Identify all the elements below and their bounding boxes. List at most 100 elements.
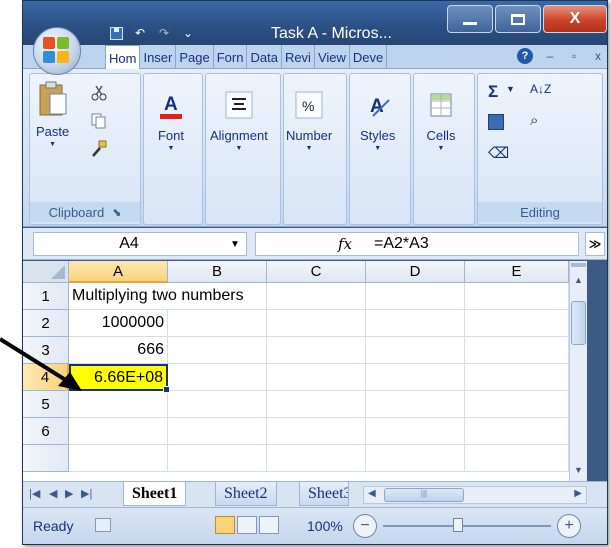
macro-recording-icon[interactable]: [95, 518, 111, 532]
scroll-right-button[interactable]: ▶: [574, 488, 582, 499]
cell-d6[interactable]: [366, 418, 465, 445]
row-header-1[interactable]: 1: [23, 283, 69, 310]
formula-input[interactable]: fx =A2*A3: [255, 232, 579, 256]
copy-button[interactable]: [90, 112, 108, 133]
zoom-level[interactable]: 100%: [307, 518, 343, 534]
customize-qat-button[interactable]: ⌄: [179, 24, 197, 42]
zoom-out-button[interactable]: −: [353, 514, 377, 538]
expand-formula-bar-button[interactable]: ≫: [585, 232, 605, 256]
zoom-slider-handle[interactable]: [453, 518, 463, 532]
row-header-2[interactable]: 2: [23, 310, 69, 337]
sheet-tab-sheet2[interactable]: Sheet2: [215, 482, 277, 506]
cell-b5[interactable]: [168, 391, 267, 418]
styles-button[interactable]: A Styles ▼: [360, 90, 395, 152]
cell-c7[interactable]: [267, 445, 366, 472]
row-header-7[interactable]: [23, 445, 69, 472]
cells-group[interactable]: Cells ▼: [413, 73, 475, 225]
ribbon-minimize-button[interactable]: –: [543, 49, 557, 63]
cell-e7[interactable]: [465, 445, 569, 472]
cell-e2[interactable]: [465, 310, 569, 337]
cells-button[interactable]: Cells ▼: [426, 90, 456, 152]
cell-e3[interactable]: [465, 337, 569, 364]
column-header-b[interactable]: B: [168, 261, 267, 283]
dialog-launcher-icon[interactable]: ⬊: [112, 206, 121, 219]
column-header-d[interactable]: D: [366, 261, 465, 283]
tab-developer[interactable]: Deve: [350, 45, 388, 69]
name-box[interactable]: A4 ▼: [33, 232, 247, 256]
horizontal-scroll-thumb[interactable]: |||: [384, 488, 464, 502]
alignment-button[interactable]: Alignment ▼: [210, 90, 268, 152]
ribbon-restore-button[interactable]: ▫: [567, 49, 581, 63]
cell-b2[interactable]: [168, 310, 267, 337]
page-break-view-button[interactable]: [259, 516, 279, 534]
find-select-icon[interactable]: ⌕: [530, 112, 538, 129]
prev-sheet-button[interactable]: ◀: [49, 487, 57, 500]
office-button[interactable]: [33, 27, 81, 75]
horizontal-scrollbar[interactable]: ◀ ||| ▶: [363, 486, 587, 504]
cell-c5[interactable]: [267, 391, 366, 418]
close-button[interactable]: X: [543, 5, 607, 33]
cell-a5[interactable]: [69, 391, 168, 418]
vertical-scroll-thumb[interactable]: [571, 301, 586, 345]
scroll-left-button[interactable]: ◀: [368, 488, 376, 499]
tab-insert[interactable]: Inser: [140, 45, 177, 69]
zoom-slider[interactable]: [383, 525, 551, 527]
styles-group[interactable]: A Styles ▼: [349, 73, 411, 225]
first-sheet-button[interactable]: |◀: [29, 487, 40, 500]
column-header-a[interactable]: A: [69, 261, 168, 283]
zoom-in-button[interactable]: +: [557, 514, 581, 538]
scroll-down-button[interactable]: ▼: [570, 461, 587, 479]
tab-data[interactable]: Data: [247, 45, 282, 69]
function-icon[interactable]: fx: [338, 235, 352, 253]
tab-page-layout[interactable]: Page: [176, 45, 214, 69]
chevron-down-icon[interactable]: ▼: [506, 84, 515, 94]
vertical-scrollbar[interactable]: ▲ ▼: [569, 261, 587, 481]
tab-home[interactable]: Hom: [105, 45, 141, 70]
cell-d7[interactable]: [366, 445, 465, 472]
cell-e5[interactable]: [465, 391, 569, 418]
row-header-6[interactable]: 6: [23, 418, 69, 445]
tab-view[interactable]: View: [315, 45, 350, 69]
scroll-up-button[interactable]: ▲: [570, 271, 587, 289]
row-header-4[interactable]: 4: [23, 364, 69, 391]
tab-formulas[interactable]: Forn: [214, 45, 248, 69]
font-button[interactable]: A Font ▼: [156, 90, 186, 152]
sheet-tab-sheet1[interactable]: Sheet1: [123, 482, 187, 506]
cell-a7[interactable]: [69, 445, 168, 472]
row-header-5[interactable]: 5: [23, 391, 69, 418]
font-group[interactable]: A Font ▼: [143, 73, 203, 225]
normal-view-button[interactable]: [215, 516, 235, 534]
clear-icon[interactable]: ⌫: [488, 144, 509, 162]
worksheet-grid[interactable]: A B C D E 1 2 3 4 5 6 Multiplying two nu…: [23, 261, 569, 481]
split-handle[interactable]: [571, 263, 586, 267]
cell-e6[interactable]: [465, 418, 569, 445]
cell-c1[interactable]: [267, 283, 366, 310]
paste-button[interactable]: Paste ▼: [36, 80, 69, 148]
select-all-button[interactable]: [23, 261, 69, 283]
number-group[interactable]: % Number ▼: [283, 73, 347, 225]
cell-c4[interactable]: [267, 364, 366, 391]
page-layout-view-button[interactable]: [237, 516, 257, 534]
format-painter-button[interactable]: [90, 140, 108, 161]
sort-filter-icon[interactable]: A↓Z: [530, 82, 551, 96]
cell-a2[interactable]: 1000000: [69, 310, 168, 337]
column-header-e[interactable]: E: [465, 261, 569, 283]
cell-b4[interactable]: [168, 364, 267, 391]
minimize-button[interactable]: [447, 5, 493, 33]
maximize-button[interactable]: [495, 5, 541, 33]
tab-review[interactable]: Revi: [282, 45, 315, 69]
next-sheet-button[interactable]: ▶: [65, 487, 73, 500]
alignment-group[interactable]: Alignment ▼: [205, 73, 281, 225]
cell-c6[interactable]: [267, 418, 366, 445]
cell-e1[interactable]: [465, 283, 569, 310]
cell-d2[interactable]: [366, 310, 465, 337]
cell-a4[interactable]: 6.66E+08: [69, 364, 170, 393]
cell-b6[interactable]: [168, 418, 267, 445]
cell-d1[interactable]: [366, 283, 465, 310]
chevron-down-icon[interactable]: ▼: [224, 239, 246, 250]
cell-c2[interactable]: [267, 310, 366, 337]
cell-a3[interactable]: 666: [69, 337, 168, 364]
number-button[interactable]: % Number ▼: [286, 90, 332, 152]
cell-c3[interactable]: [267, 337, 366, 364]
redo-button[interactable]: ↷: [155, 24, 173, 42]
